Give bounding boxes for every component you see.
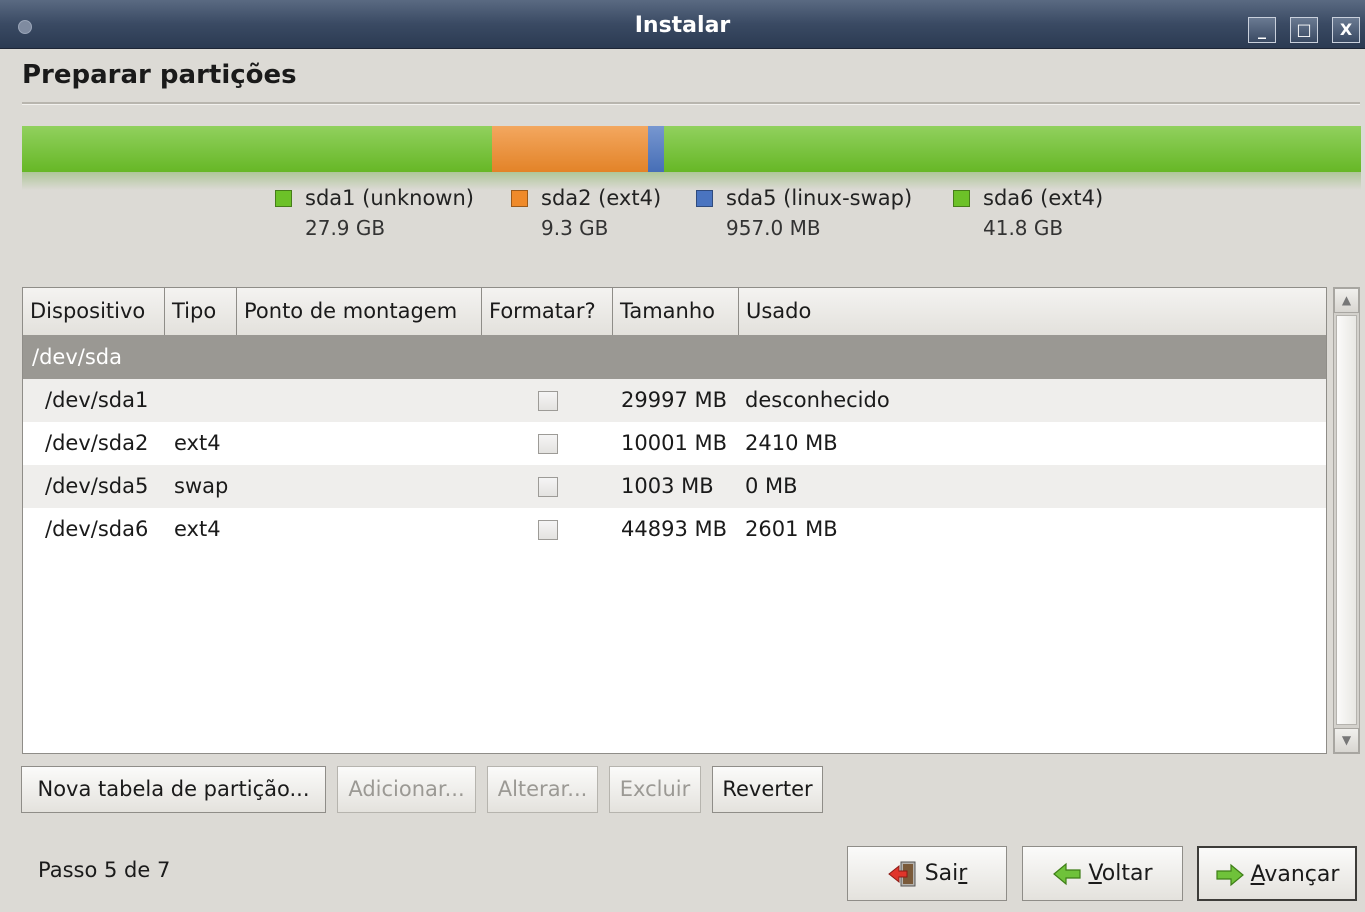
column-header-size[interactable]: Tamanho <box>613 288 739 335</box>
cell-type: ext4 <box>174 517 221 541</box>
table-row[interactable]: /dev/sda2 ext4 10001 MB 2410 MB <box>23 422 1326 465</box>
legend-size: 41.8 GB <box>983 216 1064 240</box>
format-checkbox[interactable] <box>538 434 558 454</box>
exit-door-icon <box>887 861 916 887</box>
scroll-up-arrow-icon[interactable]: ▲ <box>1334 288 1359 313</box>
legend-size: 27.9 GB <box>305 216 386 240</box>
scroll-down-arrow-icon[interactable]: ▼ <box>1334 728 1359 753</box>
cell-size: 10001 MB <box>621 431 728 455</box>
legend-swatch <box>953 190 970 207</box>
partition-segment-sda6 <box>664 126 1361 172</box>
quit-button[interactable]: Sair <box>847 846 1007 901</box>
cell-device: /dev/sda1 <box>45 388 149 412</box>
cell-used: desconhecido <box>745 388 890 412</box>
revert-button[interactable]: Reverter <box>712 766 823 813</box>
forward-label: vançar <box>1264 862 1340 887</box>
legend-swatch <box>275 190 292 207</box>
partition-bar <box>22 126 1361 172</box>
legend-size: 9.3 GB <box>541 216 609 240</box>
cell-device: /dev/sda2 <box>45 431 149 455</box>
back-mnemonic: V <box>1088 861 1102 886</box>
cell-type: swap <box>174 474 229 498</box>
column-header-type[interactable]: Tipo <box>165 288 237 335</box>
quit-label: Sai <box>924 861 959 886</box>
page-title: Preparar partições <box>22 60 297 90</box>
table-row[interactable]: /dev/sda1 29997 MB desconhecido <box>23 379 1326 422</box>
partition-segment-sda5 <box>648 126 665 172</box>
window-title: Instalar <box>634 13 731 38</box>
cell-device: /dev/sda5 <box>45 474 149 498</box>
scrollbar-thumb[interactable] <box>1336 315 1357 725</box>
add-button[interactable]: Adicionar... <box>337 766 476 813</box>
cell-used: 2410 MB <box>745 431 838 455</box>
back-button[interactable]: Voltar <box>1022 846 1183 901</box>
column-header-format[interactable]: Formatar? <box>482 288 613 335</box>
quit-mnemonic: r <box>958 861 968 886</box>
partition-bar-reflection <box>22 172 1361 190</box>
cell-used: 0 MB <box>745 474 798 498</box>
cell-size: 44893 MB <box>621 517 728 541</box>
legend-swatch <box>696 190 713 207</box>
step-indicator: Passo 5 de 7 <box>38 858 171 882</box>
table-row[interactable]: /dev/sda5 swap 1003 MB 0 MB <box>23 465 1326 508</box>
format-checkbox[interactable] <box>538 520 558 540</box>
back-arrow-icon <box>1053 862 1082 886</box>
column-header-mount[interactable]: Ponto de montagem <box>237 288 482 335</box>
back-label: oltar <box>1101 861 1153 886</box>
format-checkbox[interactable] <box>538 391 558 411</box>
table-row[interactable]: /dev/sda6 ext4 44893 MB 2601 MB <box>23 508 1326 551</box>
legend-name: sda5 (linux-swap) <box>726 186 913 210</box>
partition-segment-sda2 <box>491 126 649 172</box>
cell-type: ext4 <box>174 431 221 455</box>
partition-segment-sda1 <box>22 126 492 172</box>
close-button[interactable]: X <box>1332 17 1360 43</box>
window-titlebar[interactable]: Instalar _ □ X <box>0 0 1365 49</box>
column-header-used[interactable]: Usado <box>739 288 1326 335</box>
cell-size: 29997 MB <box>621 388 728 412</box>
cell-device: /dev/sda6 <box>45 517 149 541</box>
legend-name: sda6 (ext4) <box>983 186 1104 210</box>
minimize-button[interactable]: _ <box>1248 17 1276 43</box>
change-button[interactable]: Alterar... <box>487 766 598 813</box>
legend-name: sda2 (ext4) <box>541 186 662 210</box>
partition-table[interactable]: Dispositivo Tipo Ponto de montagem Forma… <box>22 287 1327 754</box>
table-header: Dispositivo Tipo Ponto de montagem Forma… <box>23 288 1326 336</box>
delete-button[interactable]: Excluir <box>609 766 701 813</box>
maximize-button[interactable]: □ <box>1290 17 1318 43</box>
new-partition-table-button[interactable]: Nova tabela de partição... <box>21 766 326 813</box>
cell-size: 1003 MB <box>621 474 714 498</box>
disk-group-row[interactable]: /dev/sda <box>23 335 1326 379</box>
forward-mnemonic: A <box>1250 862 1265 887</box>
legend-name: sda1 (unknown) <box>305 186 474 210</box>
column-header-device[interactable]: Dispositivo <box>23 288 165 335</box>
cell-used: 2601 MB <box>745 517 838 541</box>
forward-arrow-icon <box>1215 863 1244 887</box>
forward-button[interactable]: Avançar <box>1197 846 1357 901</box>
legend-swatch <box>511 190 528 207</box>
legend-size: 957.0 MB <box>726 216 821 240</box>
table-scrollbar[interactable]: ▲ ▼ <box>1333 287 1360 754</box>
format-checkbox[interactable] <box>538 477 558 497</box>
heading-divider <box>22 102 1360 105</box>
